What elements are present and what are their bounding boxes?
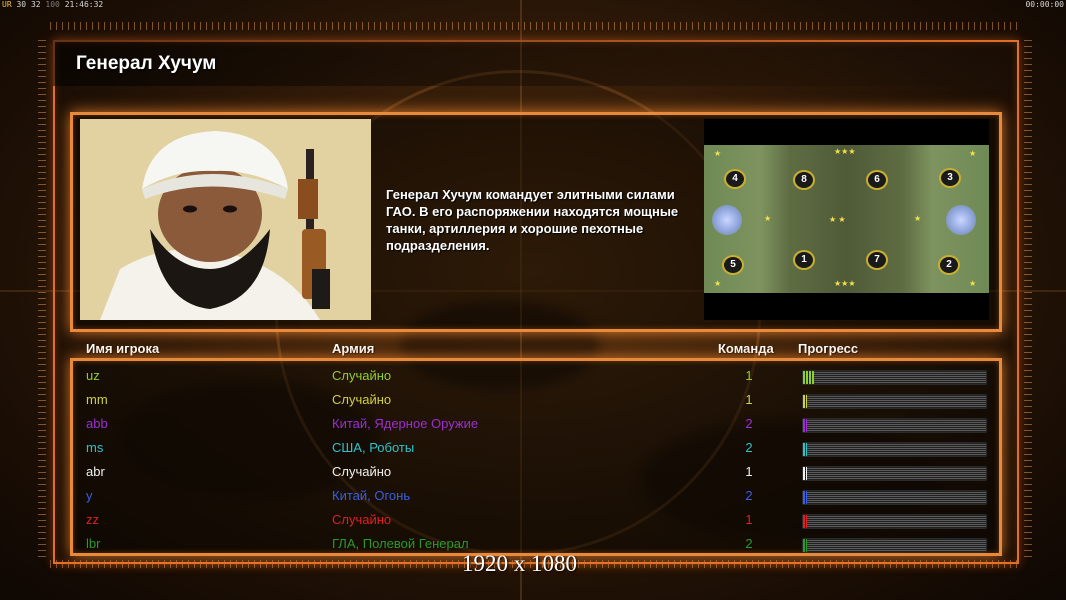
player-name: ms [86,440,104,455]
player-team: 2 [745,536,753,551]
hud-value-b: 32 [30,0,41,9]
ruler-left [38,40,46,560]
player-progress-fill [803,539,807,552]
player-name: abr [86,464,105,479]
player-team: 1 [745,368,753,383]
map-resource-icon: ★★★ [834,147,856,156]
map-resource-icon: ★ [914,214,922,223]
player-name: uz [86,368,100,383]
player-army: Случайно [332,512,392,527]
player-progress-bar [802,394,987,409]
player-army: Китай, Огонь [332,488,411,503]
map-preview[interactable]: ★★★ ★★★ ★ ★ ★ ★ ★ ★ ★ ★ 4 8 6 3 5 1 7 2 [704,119,989,320]
player-name: mm [86,392,108,407]
hud-prefix: UR [2,0,12,9]
map-start-slot[interactable]: 3 [939,168,961,188]
player-name: abb [86,416,108,431]
player-row[interactable]: mm Случайно 1 [73,388,999,412]
player-row[interactable]: y Китай, Огонь 2 [73,484,999,508]
player-progress-bar [802,442,987,457]
player-progress-fill [803,467,807,480]
column-header-progress: Прогресс [798,341,859,356]
map-base-pad [946,205,976,235]
map-resource-icon: ★ ★ [829,215,846,224]
map-resource-icon: ★ [969,149,977,158]
player-list: uz Случайно 1 mm Случайно 1 abb Китай, Ядерное … [70,358,1002,556]
player-team: 1 [745,512,753,527]
map-base-pad [712,205,742,235]
player-progress-fill [803,419,807,432]
player-army: США, Роботы [332,440,415,455]
column-header-army: Армия [332,341,375,356]
player-name: y [86,488,93,503]
hud-clock: 21:46:32 [64,0,104,9]
player-progress-fill [803,395,807,408]
player-army: Случайно [332,368,392,383]
player-team: 1 [745,464,753,479]
player-progress-bar [802,370,987,385]
column-header-player-name: Имя игрока [86,341,160,356]
player-progress-fill [803,443,807,456]
map-start-slot[interactable]: 6 [866,170,888,190]
player-row[interactable]: uz Случайно 1 [73,364,999,388]
player-progress-bar [802,418,987,433]
player-team: 2 [745,440,753,455]
player-team: 2 [745,488,753,503]
player-team: 2 [745,416,753,431]
page-title: Генерал Хучум [76,53,217,74]
player-row[interactable]: abb Китай, Ядерное Оружие 2 [73,412,999,436]
player-progress-fill [803,491,807,504]
player-row[interactable]: abr Случайно 1 [73,460,999,484]
player-name: lbr [86,536,101,551]
map-resource-icon: ★ [764,214,772,223]
map-start-slot[interactable]: 4 [724,169,746,189]
player-army: Случайно [332,464,392,479]
player-row[interactable]: zz Случайно 1 [73,508,999,532]
player-row[interactable]: ms США, Роботы 2 [73,436,999,460]
general-description: Генерал Хучум командует элитными силами … [386,187,679,253]
player-progress-bar [802,538,987,553]
hud-value-c: 100 [45,0,60,9]
player-progress-bar [802,514,987,529]
map-start-slot[interactable]: 2 [938,255,960,275]
resolution-label: 1920 x 1080 [462,551,577,576]
player-name: zz [86,512,99,527]
hud-timer: 00:00:00 [1025,0,1064,9]
ruler-top [50,22,1020,30]
player-army: ГЛА, Полевой Генерал [332,536,469,551]
map-start-slot[interactable]: 8 [793,170,815,190]
player-army: Случайно [332,392,392,407]
map-start-slot[interactable]: 5 [722,255,744,275]
player-progress-bar [802,490,987,505]
portrait-image [80,119,371,320]
player-progress-bar [802,466,987,481]
column-header-team: Команда [718,341,774,356]
map-resource-icon: ★ [714,149,722,158]
player-team: 1 [745,392,753,407]
ruler-right [1024,40,1032,560]
player-progress-fill [803,515,807,528]
map-resource-icon: ★ [969,279,977,288]
map-start-slot[interactable]: 1 [793,250,815,270]
player-progress-fill [803,371,814,384]
hud-value-a: 30 [16,0,27,9]
general-portrait [80,119,371,320]
map-resource-icon: ★★★ [834,279,856,288]
map-start-slot[interactable]: 7 [866,250,888,270]
player-army: Китай, Ядерное Оружие [332,416,479,431]
hud-stats: UR 30 32 100 21:46:32 [2,0,103,9]
map-resource-icon: ★ [714,279,722,288]
